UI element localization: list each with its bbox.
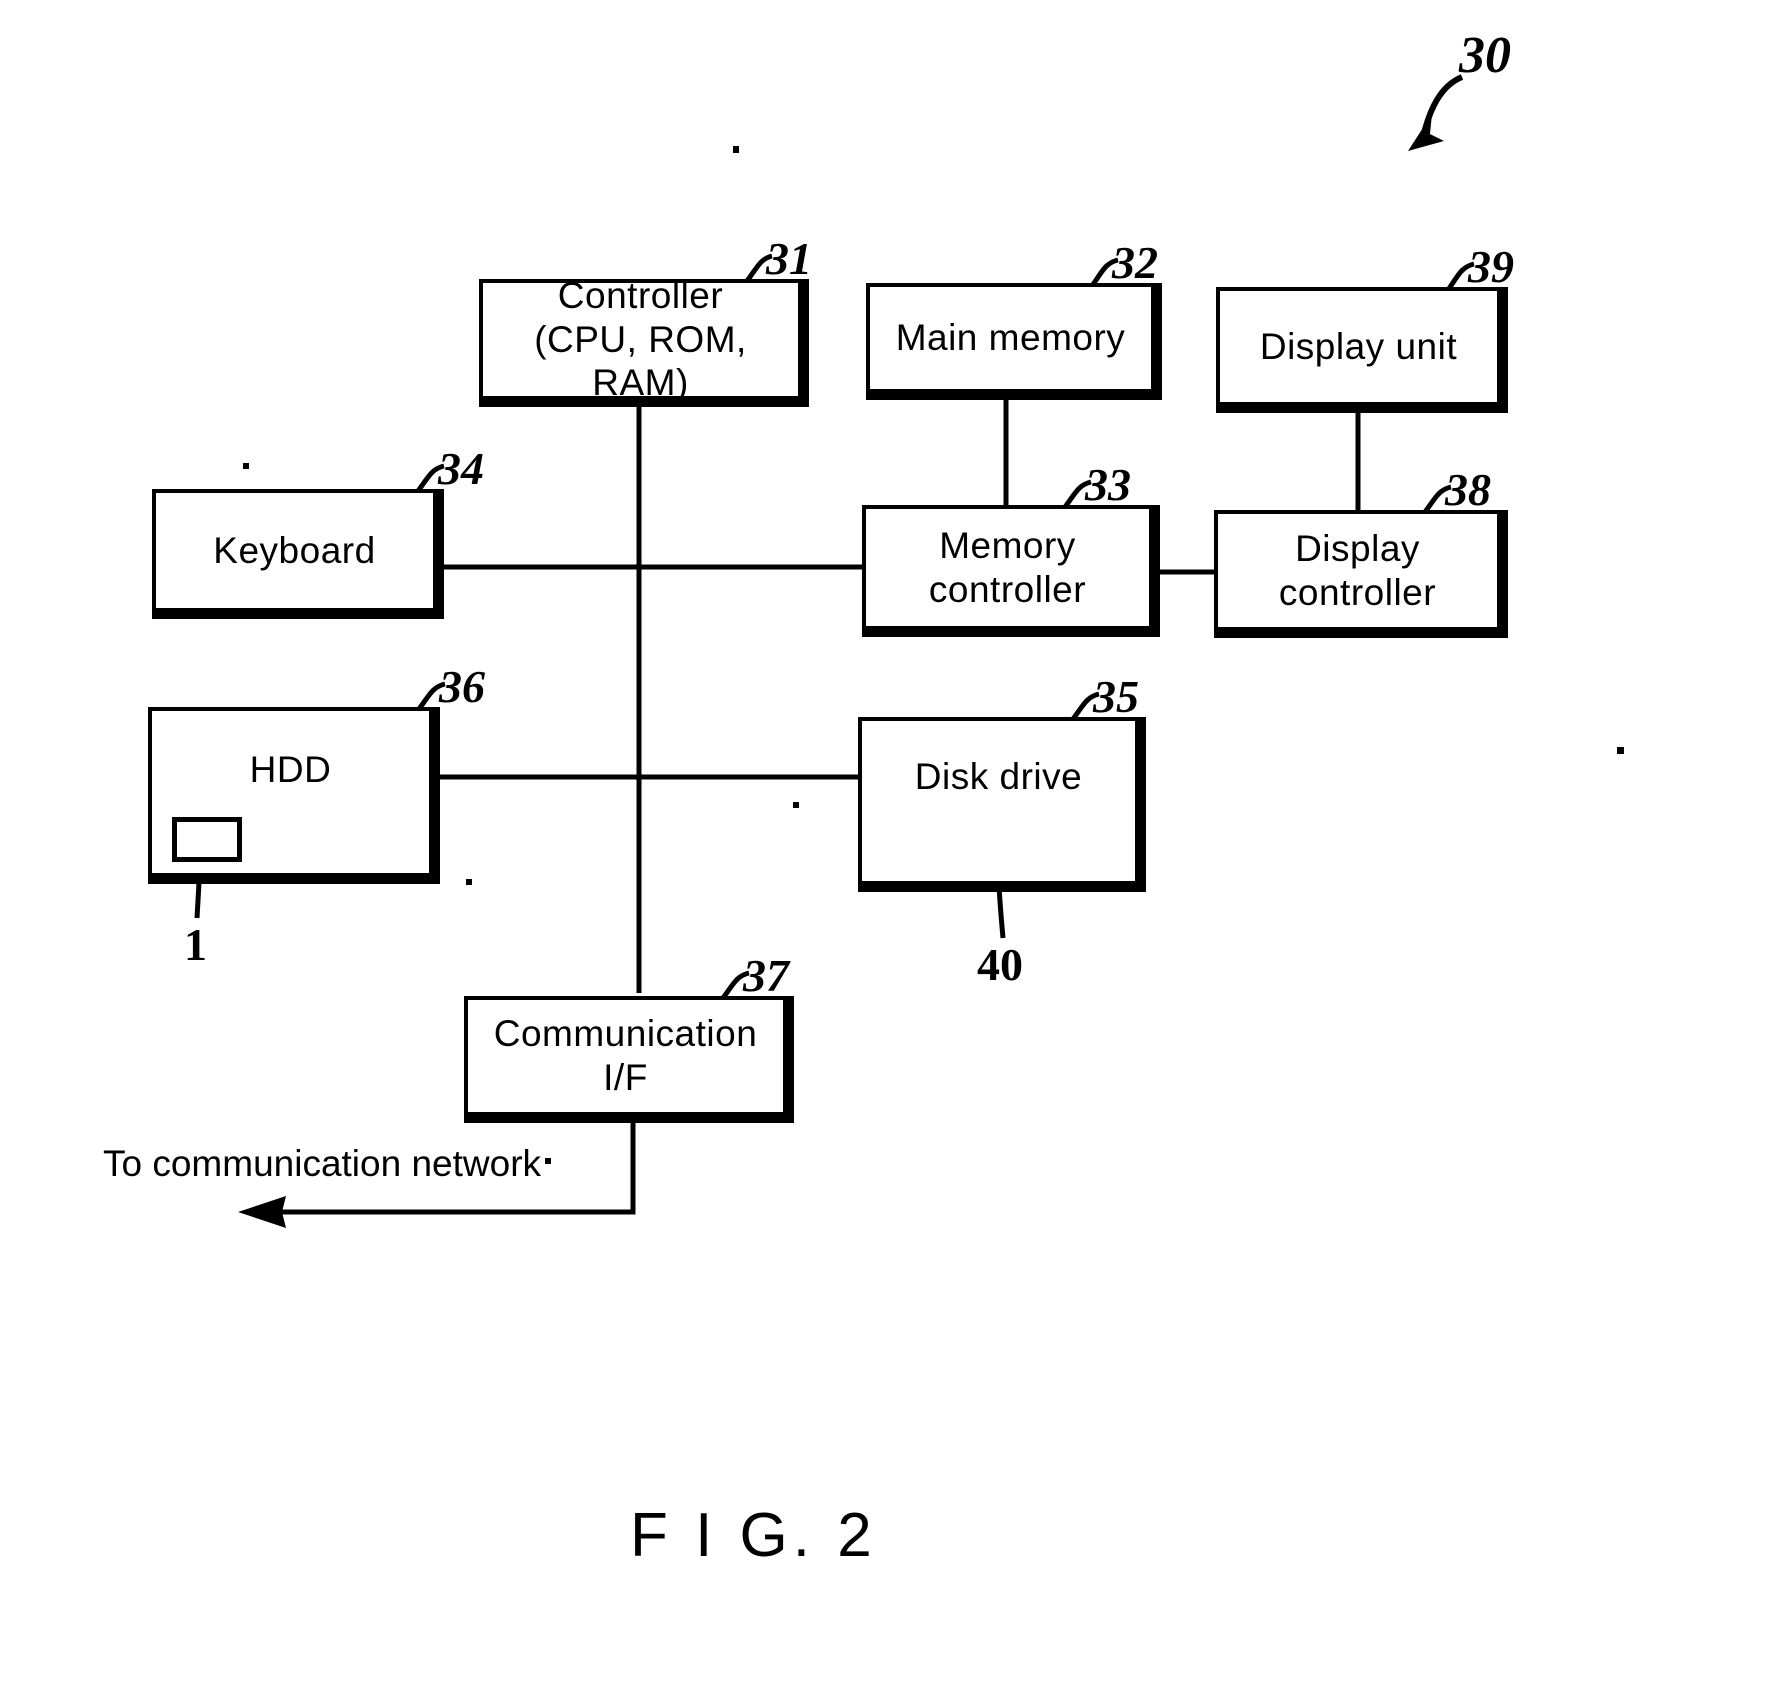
scan-speck — [793, 802, 799, 808]
ref-number-35: 35 — [1093, 671, 1139, 722]
block-display-unit-label: Display unit — [1259, 325, 1458, 367]
scan-speck — [243, 463, 249, 469]
block-display-controller: Display controller — [1214, 510, 1508, 638]
block-display-controller-label: Display controller — [1278, 527, 1437, 613]
block-disk-drive: Disk drive — [858, 717, 1146, 892]
ref-number-1: 1 — [184, 919, 207, 970]
block-main-memory: Main memory — [866, 283, 1162, 400]
ref-number-39: 39 — [1468, 241, 1514, 292]
block-main-memory-label: Main memory — [895, 317, 1126, 359]
block-display-unit: Display unit — [1216, 287, 1508, 413]
block-memory-controller-label: Memory controller — [928, 524, 1087, 610]
block-controller: Controller (CPU, ROM, RAM) — [479, 275, 809, 407]
scan-speck — [1617, 747, 1624, 754]
patent-figure: Controller (CPU, ROM, RAM) 31 Main memor… — [0, 0, 1790, 1699]
block-keyboard: Keyboard — [152, 489, 444, 619]
block-disk-drive-label: Disk drive — [914, 756, 1083, 798]
block-controller-label: Controller (CPU, ROM, RAM) — [534, 275, 747, 404]
ref-number-37: 37 — [743, 950, 789, 1001]
block-memory-controller: Memory controller — [862, 505, 1160, 637]
ref-number-31: 31 — [766, 233, 812, 284]
figure-caption: F I G. 2 — [630, 1501, 877, 1570]
ref-number-32: 32 — [1112, 237, 1158, 288]
ref-number-40: 40 — [977, 939, 1023, 990]
scan-speck — [733, 146, 739, 153]
ref-number-30: 30 — [1459, 27, 1511, 84]
ref-number-33: 33 — [1085, 459, 1131, 510]
ref-number-34: 34 — [438, 443, 484, 494]
block-communication-if: Communication I/F — [464, 996, 794, 1123]
ref-number-38: 38 — [1445, 464, 1491, 515]
scan-speck — [466, 879, 472, 885]
ref-number-36: 36 — [439, 661, 485, 712]
block-hdd-label: HDD — [249, 749, 332, 791]
scan-speck — [545, 1158, 551, 1164]
network-annotation: To communication network — [103, 1143, 542, 1184]
hdd-program-area-rect — [172, 817, 242, 862]
block-communication-if-label: Communication I/F — [493, 1013, 758, 1098]
block-keyboard-label: Keyboard — [213, 529, 376, 571]
